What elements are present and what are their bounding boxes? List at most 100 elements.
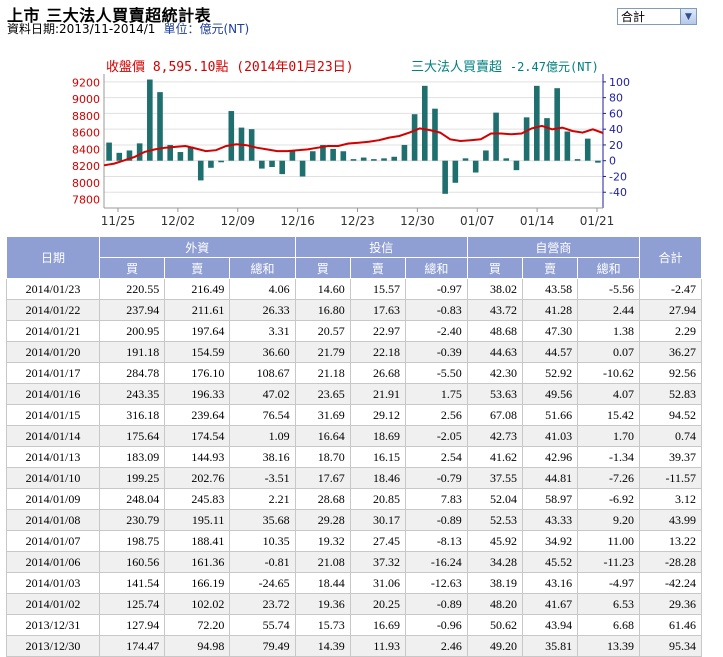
cell-dealer-buy: 42.30: [466, 362, 523, 384]
cell-total: 29.36: [639, 593, 702, 615]
cell-trust-sell: 15.57: [349, 278, 406, 300]
right-tick-label: 100: [609, 76, 630, 89]
cell-foreign-buy: 199.25: [98, 467, 166, 489]
cell-total: 92.56: [639, 362, 702, 384]
col-foreign: 外資: [99, 236, 296, 258]
right-tick-label: 80: [609, 92, 623, 105]
cell-date: 2013/12/31: [6, 614, 100, 636]
col-trust-net: 總和: [404, 257, 468, 279]
net-buy-bar: [523, 117, 530, 161]
cell-foreign-sell: 245.83: [164, 488, 231, 510]
cell-total: 3.12: [639, 488, 702, 510]
left-tick-label: 8000: [72, 177, 100, 190]
cell-foreign-buy: 248.04: [98, 488, 166, 510]
cell-date: 2014/01/21: [6, 320, 100, 342]
net-buy-bar: [564, 131, 571, 161]
cell-date: 2014/01/09: [6, 488, 100, 510]
cell-dealer-net: -11.23: [577, 551, 641, 573]
net-buy-bar: [534, 85, 540, 161]
cell-trust-net: -0.89: [404, 593, 468, 615]
cell-trust-buy: 21.79: [294, 341, 351, 363]
table-row: 2014/01/09 248.04 245.83 2.21 28.68 20.85 7.83…: [6, 488, 702, 510]
cell-trust-sell: 31.06: [349, 572, 406, 594]
cell-dealer-net: 6.68: [577, 614, 641, 636]
metric-select[interactable]: 合計 ▼: [617, 8, 697, 25]
cell-date: 2014/01/07: [6, 530, 100, 552]
net-buy-bar: [147, 79, 153, 161]
cell-trust-sell: 30.17: [349, 509, 406, 531]
left-tick-label: 8400: [72, 143, 100, 156]
cell-dealer-sell: 47.30: [521, 320, 579, 342]
cell-dealer-buy: 52.04: [466, 488, 523, 510]
cell-foreign-buy: 316.18: [98, 404, 166, 426]
net-buy-bar: [452, 160, 459, 183]
cell-foreign-net: 47.02: [229, 383, 296, 405]
cell-foreign-sell: 94.98: [164, 635, 231, 657]
cell-foreign-sell: 176.10: [164, 362, 231, 384]
cell-foreign-sell: 197.64: [164, 320, 231, 342]
cell-trust-buy: 16.80: [294, 299, 351, 321]
cell-trust-sell: 26.68: [349, 362, 406, 384]
cell-trust-sell: 21.91: [349, 383, 406, 405]
net-buy-bar: [289, 151, 296, 161]
cell-total: -28.28: [639, 551, 702, 573]
right-tick-label: 40: [609, 123, 623, 136]
cell-trust-buy: 18.70: [294, 446, 351, 468]
cell-total: -42.24: [639, 572, 702, 594]
cell-date: 2014/01/17: [6, 362, 100, 384]
cell-trust-buy: 16.64: [294, 425, 351, 447]
cell-trust-buy: 20.57: [294, 320, 351, 342]
table-row: 2014/01/15 316.18 239.64 76.54 31.69 29.12 2.5…: [6, 404, 702, 426]
cell-trust-net: -0.96: [404, 614, 468, 636]
net-buy-bar: [350, 159, 357, 161]
cell-foreign-net: 1.09: [229, 425, 296, 447]
chart-svg: 7800 8000 8200 8400 8600 8800 9000 9200 -40 -20 0 2…: [72, 74, 630, 228]
cell-dealer-net: 0.07: [577, 341, 641, 363]
cell-dealer-sell: 43.94: [521, 614, 579, 636]
cell-dealer-net: -10.62: [577, 362, 641, 384]
cell-date: 2013/12/30: [6, 635, 100, 657]
cell-foreign-net: 2.21: [229, 488, 296, 510]
cell-dealer-buy: 41.62: [466, 446, 523, 468]
cell-total: 13.22: [639, 530, 702, 552]
net-buy-bar: [391, 156, 398, 161]
col-date: 日期: [6, 236, 100, 279]
cell-foreign-buy: 198.75: [98, 530, 166, 552]
cell-trust-net: -0.97: [404, 278, 468, 300]
net-buy-bar: [116, 152, 123, 161]
cell-dealer-sell: 35.81: [521, 635, 579, 657]
cell-date: 2014/01/14: [6, 425, 100, 447]
cell-foreign-net: 76.54: [229, 404, 296, 426]
cell-date: 2014/01/22: [6, 299, 100, 321]
cell-trust-buy: 14.60: [294, 278, 351, 300]
net-buy-bar: [259, 160, 265, 169]
table-row: 2013/12/30 174.47 94.98 79.49 14.39 11.93 2.46…: [6, 635, 702, 657]
cell-foreign-net: -24.65: [229, 572, 296, 594]
cell-trust-sell: 17.63: [349, 299, 406, 321]
cell-trust-net: -0.79: [404, 467, 468, 489]
right-tick-label: 60: [609, 107, 623, 120]
left-tick-label: 9000: [72, 93, 100, 106]
x-tick-label: 12/09: [220, 214, 255, 228]
cell-foreign-sell: 161.36: [164, 551, 231, 573]
net-buy-bar: [371, 159, 377, 161]
cell-date: 2014/01/13: [6, 446, 100, 468]
cell-dealer-net: 1.38: [577, 320, 641, 342]
x-tick-label: 12/23: [340, 214, 375, 228]
table-row: 2014/01/14 175.64 174.54 1.09 16.64 18.69 -2.0…: [6, 425, 702, 447]
net-buy-bar: [279, 160, 286, 175]
col-foreign-net: 總和: [229, 257, 296, 279]
cell-dealer-buy: 45.92: [466, 530, 523, 552]
cell-date: 2014/01/03: [6, 572, 100, 594]
chevron-down-icon[interactable]: ▼: [680, 9, 696, 24]
cell-total: 95.34: [639, 635, 702, 657]
cell-trust-sell: 16.69: [349, 614, 406, 636]
cell-trust-buy: 21.08: [294, 551, 351, 573]
cell-foreign-net: 38.16: [229, 446, 296, 468]
cell-dealer-sell: 49.56: [521, 383, 579, 405]
cell-trust-sell: 20.25: [349, 593, 406, 615]
x-tick-label: 12/02: [161, 214, 196, 228]
cell-trust-buy: 15.73: [294, 614, 351, 636]
net-buy-bar: [360, 157, 367, 161]
cell-dealer-net: 13.39: [577, 635, 641, 657]
